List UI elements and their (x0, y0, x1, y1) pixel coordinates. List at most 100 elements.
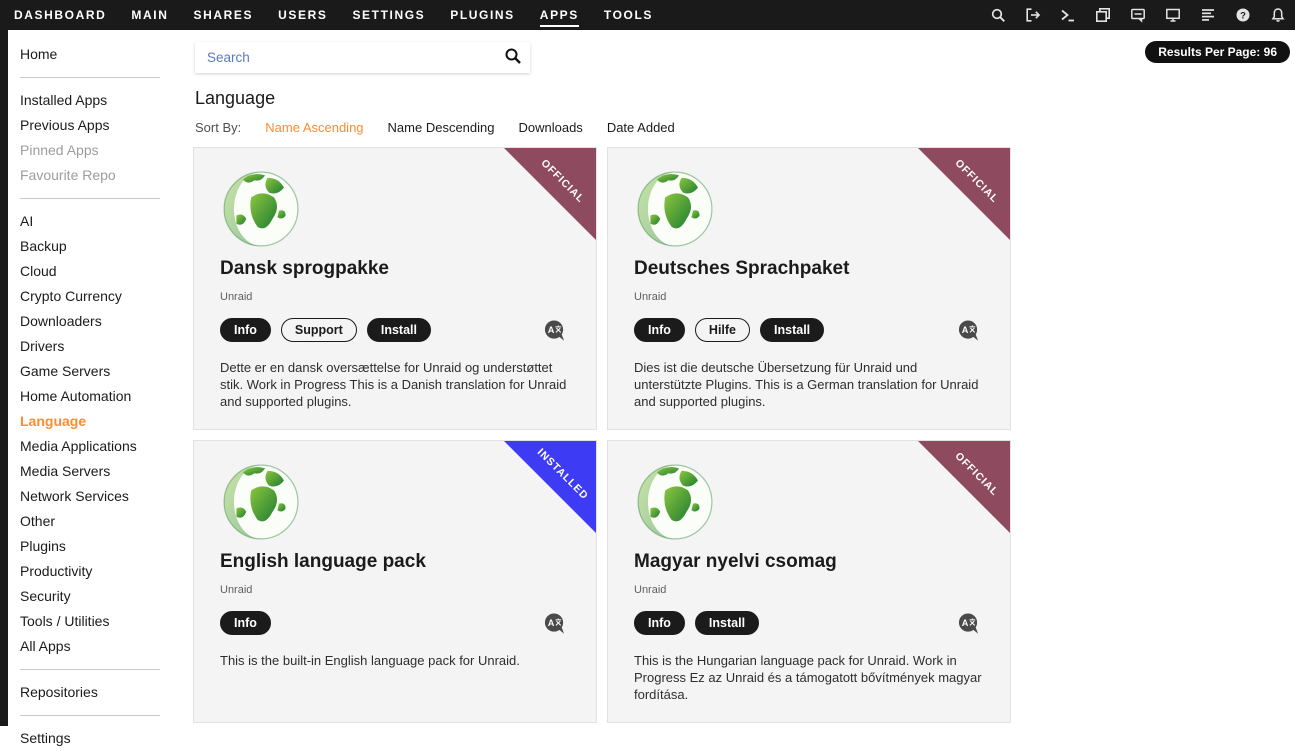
install-button[interactable]: Install (760, 318, 824, 342)
sidebar-item-plugins[interactable]: Plugins (20, 534, 188, 559)
top-navigation-bar: DASHBOARD MAIN SHARES USERS SETTINGS PLU… (0, 0, 1295, 30)
left-edge-strip (0, 30, 8, 726)
app-title[interactable]: Dansk sprogpakke (220, 258, 572, 280)
sidebar-item-repositories[interactable]: Repositories (20, 680, 188, 705)
search-input[interactable] (195, 50, 496, 65)
app-description: Dies ist die deutsche Übersetzung für Un… (634, 359, 986, 410)
results-per-page-badge[interactable]: Results Per Page: 96 (1145, 41, 1290, 63)
sidebar-item-pinned-apps[interactable]: Pinned Apps (20, 138, 188, 163)
sidebar-item-security[interactable]: Security (20, 584, 188, 609)
sidebar-divider (20, 715, 160, 716)
app-author: Unraid (634, 291, 986, 303)
sidebar-item-other[interactable]: Other (20, 509, 188, 534)
app-actions: Info Hilfe Install (634, 318, 986, 342)
sidebar-item-installed-apps[interactable]: Installed Apps (20, 88, 188, 113)
nav-shares[interactable]: SHARES (193, 0, 253, 30)
nav-dashboard[interactable]: DASHBOARD (14, 0, 106, 30)
search-submit-button[interactable] (496, 42, 530, 73)
sidebar-item-backup[interactable]: Backup (20, 234, 188, 259)
sidebar-item-game-servers[interactable]: Game Servers (20, 359, 188, 384)
support-button[interactable]: Support (281, 318, 357, 342)
main-nav: DASHBOARD MAIN SHARES USERS SETTINGS PLU… (14, 0, 653, 30)
info-button[interactable]: Info (634, 318, 685, 342)
sidebar-item-productivity[interactable]: Productivity (20, 559, 188, 584)
sidebar-item-media-applications[interactable]: Media Applications (20, 434, 188, 459)
search-row: Results Per Page: 96 (193, 30, 1295, 76)
sidebar-item-tools-utilities[interactable]: Tools / Utilities (20, 609, 188, 634)
sidebar-item-downloaders[interactable]: Downloaders (20, 309, 188, 334)
info-button[interactable]: Info (634, 611, 685, 635)
nav-plugins[interactable]: PLUGINS (450, 0, 515, 30)
support-button[interactable]: Hilfe (695, 318, 750, 342)
sort-date-added[interactable]: Date Added (607, 120, 675, 135)
sidebar-item-crypto-currency[interactable]: Crypto Currency (20, 284, 188, 309)
sort-downloads[interactable]: Downloads (518, 120, 582, 135)
sidebar-item-ai[interactable]: AI (20, 209, 188, 234)
app-description: This is the Hungarian language pack for … (634, 652, 986, 703)
sidebar-item-network-services[interactable]: Network Services (20, 484, 188, 509)
app-icon-globe[interactable] (220, 168, 302, 250)
install-button[interactable]: Install (695, 611, 759, 635)
notifications-icon[interactable] (1270, 7, 1286, 23)
sort-by-label: Sort By: (195, 120, 241, 135)
sidebar-item-all-apps[interactable]: All Apps (20, 634, 188, 659)
official-ribbon: OFFICIAL (918, 148, 1010, 240)
app-title[interactable]: Magyar nyelvi csomag (634, 551, 986, 573)
main-content: Results Per Page: 96 Language Sort By: N… (193, 30, 1295, 726)
sidebar-item-previous-apps[interactable]: Previous Apps (20, 113, 188, 138)
sidebar-item-favourite-repo[interactable]: Favourite Repo (20, 163, 188, 188)
logout-icon[interactable] (1025, 7, 1041, 23)
search-box (195, 42, 530, 73)
app-actions: Info (220, 611, 572, 635)
app-icon-globe[interactable] (634, 461, 716, 543)
terminal-icon[interactable] (1060, 7, 1076, 23)
language-translate-icon[interactable] (543, 319, 566, 342)
feedback-icon[interactable] (1130, 7, 1146, 23)
installed-ribbon: INSTALLED (504, 441, 596, 533)
nav-tools[interactable]: TOOLS (604, 0, 653, 30)
app-card-grid: OFFICIAL Dansk sprogpakke Unraid Info Su… (193, 147, 1295, 723)
sidebar: Home Installed Apps Previous Apps Pinned… (8, 30, 188, 726)
sidebar-divider (20, 77, 160, 78)
nav-users[interactable]: USERS (278, 0, 327, 30)
sidebar-item-home[interactable]: Home (20, 42, 188, 67)
monitor-icon[interactable] (1165, 7, 1181, 23)
app-description: This is the built-in English language pa… (220, 652, 572, 669)
sidebar-item-settings[interactable]: Settings (20, 726, 188, 751)
app-card-dansk-sprogpakke: OFFICIAL Dansk sprogpakke Unraid Info Su… (193, 147, 597, 430)
official-ribbon: OFFICIAL (504, 148, 596, 240)
app-title[interactable]: English language pack (220, 551, 572, 573)
app-card-english-language-pack: INSTALLED English language pack Unraid I… (193, 440, 597, 723)
copy-icon[interactable] (1095, 7, 1111, 23)
app-card-magyar-nyelvi-csomag: OFFICIAL Magyar nyelvi csomag Unraid Inf… (607, 440, 1011, 723)
app-actions: Info Install (634, 611, 986, 635)
sidebar-divider (20, 198, 160, 199)
language-translate-icon[interactable] (957, 319, 980, 342)
sidebar-item-cloud[interactable]: Cloud (20, 259, 188, 284)
sidebar-item-drivers[interactable]: Drivers (20, 334, 188, 359)
nav-apps[interactable]: APPS (540, 0, 579, 30)
sidebar-item-language[interactable]: Language (20, 409, 188, 434)
log-icon[interactable] (1200, 7, 1216, 23)
app-icon-globe[interactable] (220, 461, 302, 543)
sidebar-item-home-automation[interactable]: Home Automation (20, 384, 188, 409)
svg-text:?: ? (1240, 10, 1246, 21)
language-translate-icon[interactable] (957, 612, 980, 635)
sort-name-descending[interactable]: Name Descending (388, 120, 495, 135)
app-description: Dette er en dansk oversættelse for Unrai… (220, 359, 572, 410)
info-button[interactable]: Info (220, 318, 271, 342)
info-button[interactable]: Info (220, 611, 271, 635)
nav-main[interactable]: MAIN (131, 0, 168, 30)
nav-settings[interactable]: SETTINGS (352, 0, 425, 30)
sidebar-divider (20, 669, 160, 670)
topbar-icons: ? (990, 7, 1286, 23)
language-translate-icon[interactable] (543, 612, 566, 635)
sort-name-ascending[interactable]: Name Ascending (265, 120, 363, 135)
help-icon[interactable]: ? (1235, 7, 1251, 23)
app-title[interactable]: Deutsches Sprachpaket (634, 258, 986, 280)
search-icon[interactable] (990, 7, 1006, 23)
install-button[interactable]: Install (367, 318, 431, 342)
app-author: Unraid (220, 291, 572, 303)
sidebar-item-media-servers[interactable]: Media Servers (20, 459, 188, 484)
app-icon-globe[interactable] (634, 168, 716, 250)
